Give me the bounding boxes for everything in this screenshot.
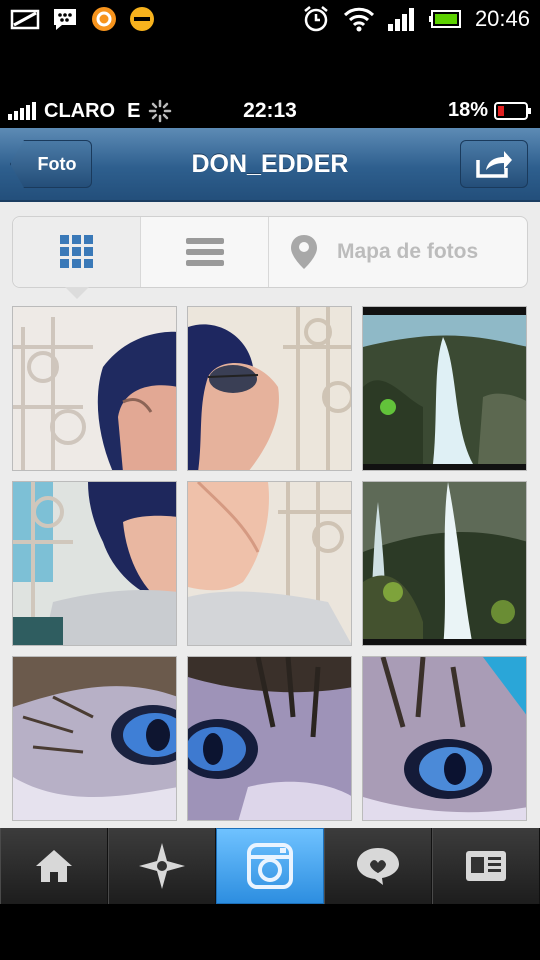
view-mode-switch: Mapa de fotos bbox=[12, 216, 528, 299]
cat-eye-photo-right bbox=[363, 657, 526, 820]
map-pin-icon bbox=[291, 235, 317, 269]
selfie-photo-middle-left bbox=[13, 482, 176, 645]
photo-tile[interactable] bbox=[12, 656, 177, 821]
profile-icon bbox=[466, 851, 506, 881]
share-button[interactable] bbox=[460, 140, 528, 188]
android-status-bar: 20:46 bbox=[0, 0, 540, 38]
page-title: DON_EDDER bbox=[191, 150, 349, 178]
tab-profile[interactable] bbox=[432, 828, 540, 904]
photo-tile[interactable] bbox=[362, 481, 527, 646]
navigation-bar: Foto DON_EDDER bbox=[0, 128, 540, 202]
photo-tile[interactable] bbox=[187, 306, 352, 471]
selfie-photo-center bbox=[188, 482, 351, 645]
waterfall-photo-top bbox=[363, 307, 526, 470]
wifi-icon bbox=[343, 7, 374, 32]
battery-icon bbox=[428, 10, 461, 28]
photo-tile[interactable] bbox=[187, 481, 352, 646]
photo-tile[interactable] bbox=[362, 656, 527, 821]
tab-camera[interactable] bbox=[216, 828, 324, 904]
tab-bar bbox=[0, 828, 540, 904]
list-view-button[interactable] bbox=[141, 217, 269, 287]
grid-icon bbox=[59, 235, 93, 268]
grid-view-button[interactable] bbox=[13, 217, 141, 299]
bottom-bezel bbox=[0, 904, 540, 960]
android-clock: 20:46 bbox=[474, 6, 530, 31]
tab-news[interactable] bbox=[324, 828, 432, 904]
minus-badge-icon bbox=[130, 7, 154, 31]
email-icon bbox=[10, 9, 40, 30]
selfie-photo-top-middle bbox=[188, 307, 351, 470]
tab-home[interactable] bbox=[0, 828, 108, 904]
explore-icon bbox=[139, 843, 185, 889]
selfie-photo-top-left bbox=[13, 307, 176, 470]
list-icon bbox=[185, 238, 224, 266]
ios-status-bar: CLARO E 22:13 18% bbox=[0, 90, 540, 130]
photo-tile[interactable] bbox=[12, 481, 177, 646]
low-battery-icon bbox=[494, 101, 531, 120]
tab-explore[interactable] bbox=[108, 828, 216, 904]
photo-map-label: Mapa de fotos bbox=[337, 240, 479, 263]
bbm-icon bbox=[54, 9, 76, 30]
photo-tile[interactable] bbox=[187, 656, 352, 821]
app-orange-icon bbox=[92, 7, 116, 31]
battery-percent: 18% bbox=[447, 99, 488, 121]
waterfall-photo-bottom bbox=[363, 482, 526, 645]
profile-content: Mapa de fotos bbox=[0, 202, 540, 828]
alarm-icon bbox=[304, 6, 328, 32]
camera-icon bbox=[247, 843, 293, 889]
news-icon bbox=[357, 848, 399, 885]
share-icon bbox=[476, 151, 512, 178]
photo-tile[interactable] bbox=[12, 306, 177, 471]
home-icon bbox=[36, 850, 72, 882]
cat-eye-photo-middle bbox=[188, 657, 351, 820]
photo-map-button[interactable]: Mapa de fotos bbox=[269, 217, 527, 287]
cat-eye-photo-left bbox=[13, 657, 176, 820]
photo-tile[interactable] bbox=[362, 306, 527, 471]
signal-icon bbox=[387, 8, 414, 31]
